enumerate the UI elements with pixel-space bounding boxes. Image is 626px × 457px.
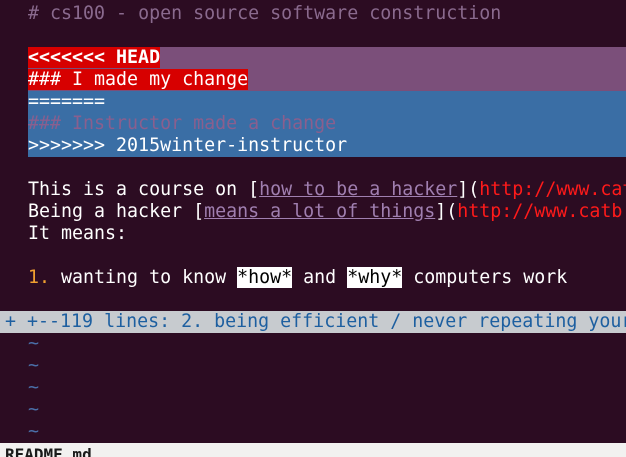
list-number: 1. (28, 267, 51, 288)
gutter (0, 69, 28, 91)
hacker-prefix: Being a hacker [ (28, 201, 205, 222)
vim-editor[interactable]: # cs100 - open source software construct… (0, 0, 626, 443)
empty-line-tilde: ~ (0, 421, 626, 443)
status-bar: README.md (0, 443, 626, 457)
conflict-end-line: >>>>>>> 2015winter-instructor (0, 135, 626, 157)
tilde-marker: ~ (28, 421, 40, 442)
why-emphasis: *why* (347, 267, 403, 288)
hacker-mid: ]( (435, 201, 458, 222)
course-url: http://www.catb (479, 179, 626, 200)
it-means-text: It means: (28, 223, 128, 244)
conflict-separator: ======= (28, 91, 106, 112)
tilde-marker: ~ (28, 355, 40, 376)
empty-line-tilde: ~ (0, 333, 626, 355)
gutter (0, 113, 28, 135)
hacker-line: Being a hacker [means a lot of things](h… (0, 201, 626, 223)
empty-line-tilde: ~ (0, 399, 626, 421)
empty-line-tilde: ~ (0, 355, 626, 377)
hacker-link[interactable]: means a lot of things (204, 201, 435, 222)
list-and: and (292, 267, 348, 288)
course-prefix: This is a course on [ (28, 179, 260, 200)
tilde-marker: ~ (28, 333, 40, 354)
status-filename: README.md (5, 445, 92, 457)
fold-marker[interactable]: + (5, 311, 16, 332)
my-change-text: ### I made my change (28, 69, 249, 90)
course-link[interactable]: how to be a hacker (259, 179, 457, 200)
course-line: This is a course on [how to be a hacker]… (0, 179, 626, 201)
conflict-head-line: <<<<<<< HEAD (0, 47, 626, 69)
tilde-marker: ~ (28, 399, 40, 420)
course-mid: ]( (457, 179, 480, 200)
title-hash: # (28, 3, 40, 24)
how-emphasis: *how* (237, 267, 293, 288)
editor-line-title: # cs100 - open source software construct… (0, 3, 626, 25)
gutter (0, 91, 28, 113)
conflict-end-marker: >>>>>>> 2015winter-instructor (28, 135, 348, 156)
list-item-line: 1. wanting to know *how* and *why* compu… (0, 267, 626, 289)
list-post: computers work (402, 267, 568, 288)
empty-line-tilde: ~ (0, 377, 626, 399)
hacker-url: http://www.catb (457, 201, 623, 222)
conflict-head-marker: <<<<<<< HEAD (28, 47, 161, 68)
gutter (0, 135, 28, 157)
tilde-marker: ~ (28, 377, 40, 398)
instructor-change-text: ### Instructor made a change (28, 113, 337, 134)
fold-line[interactable]: + +--119 lines: 2. being efficient / nev… (0, 311, 626, 333)
conflict-separator-line: ======= (0, 91, 626, 113)
my-change-line: ### I made my change (0, 69, 626, 91)
it-means-line: It means: (0, 223, 626, 245)
title-text: cs100 - open source software constructio… (39, 3, 502, 24)
gutter (0, 47, 28, 69)
fold-text: +--119 lines: 2. being efficient / never… (16, 311, 626, 332)
list-pre: wanting to know (50, 267, 238, 288)
instructor-change-line: ### Instructor made a change (0, 113, 626, 135)
